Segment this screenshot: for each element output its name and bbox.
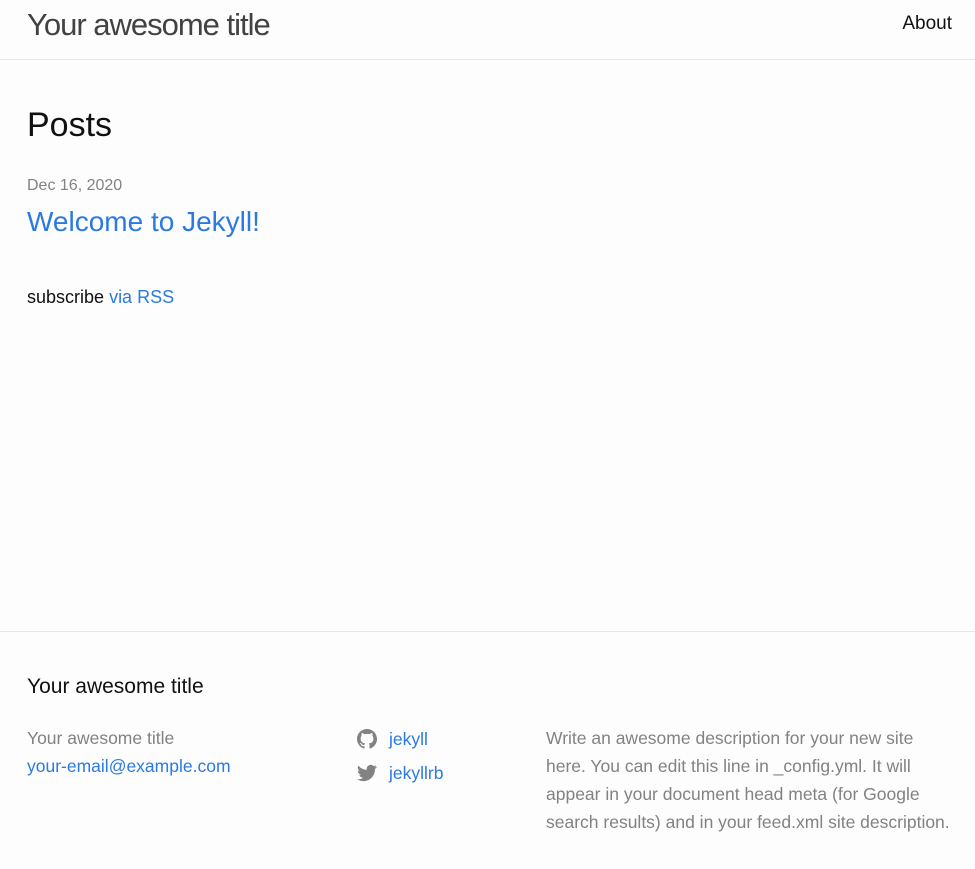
- site-header: Your awesome title About: [0, 0, 975, 60]
- twitter-username-link[interactable]: jekyllrb: [389, 756, 443, 790]
- page-heading: Posts: [27, 106, 113, 144]
- github-username-link[interactable]: jekyll: [389, 722, 428, 756]
- post-title-link[interactable]: Welcome to Jekyll!: [27, 205, 260, 239]
- rss-subscribe: subscribe via RSS: [27, 285, 174, 309]
- social-twitter: jekyllrb: [356, 756, 443, 790]
- rss-prefix: subscribe: [27, 287, 105, 307]
- site-description: Write an awesome description for your ne…: [546, 728, 950, 832]
- twitter-icon: [357, 764, 377, 782]
- site-title-link[interactable]: Your awesome title: [27, 7, 271, 43]
- nav-about-link[interactable]: About: [902, 13, 952, 35]
- post-date: Dec 16, 2020: [27, 177, 123, 194]
- footer-email-link[interactable]: your-email@example.com: [27, 752, 231, 780]
- footer-site-name: Your awesome title: [27, 728, 175, 748]
- social-github: jekyll: [356, 722, 443, 756]
- footer-contact: Your awesome title your-email@example.co…: [27, 724, 231, 780]
- github-icon: [357, 729, 377, 749]
- rss-link[interactable]: via RSS: [109, 287, 174, 307]
- footer-social: jekyll jekyllrb: [356, 722, 443, 790]
- footer-heading: Your awesome title: [27, 675, 204, 698]
- site-footer: Your awesome title Your awesome title yo…: [0, 631, 975, 869]
